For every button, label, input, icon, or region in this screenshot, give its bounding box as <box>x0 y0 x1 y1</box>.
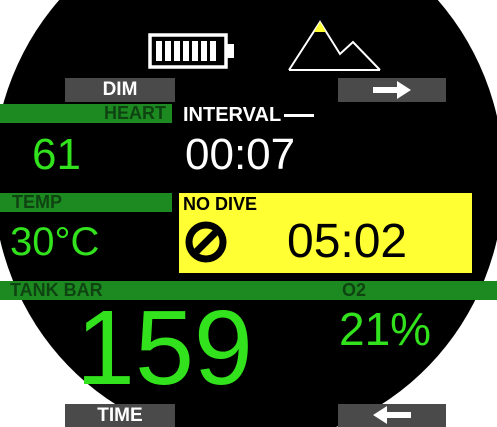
o2-label: O2 <box>342 280 367 300</box>
back-button[interactable] <box>338 404 446 427</box>
no-entry-icon <box>185 221 227 263</box>
heart-label-band: HEART <box>0 104 172 123</box>
next-button[interactable] <box>338 78 446 102</box>
dim-button-label: DIM <box>102 79 138 100</box>
temp-value: 30°C <box>10 220 100 264</box>
mountain-icon <box>288 20 381 71</box>
dive-computer-screen: DIM HEART 61 INTERVAL 00:07 TEMP 30°C NO… <box>0 0 497 427</box>
no-dive-panel: NO DIVE 05:02 <box>179 193 472 273</box>
tank-pressure-value: 159 <box>76 289 253 407</box>
o2-value: 21% <box>339 303 432 355</box>
interval-label: INTERVAL <box>183 104 282 126</box>
temp-label: TEMP <box>12 192 63 212</box>
battery-full-icon <box>148 33 234 69</box>
time-button-label: TIME <box>97 405 143 426</box>
arrow-right-icon <box>373 81 411 99</box>
time-button[interactable]: TIME <box>65 404 175 427</box>
interval-value: 00:07 <box>185 130 296 179</box>
dim-button[interactable]: DIM <box>65 78 175 102</box>
interval-header: INTERVAL <box>183 104 315 126</box>
interval-dash <box>284 114 315 118</box>
no-dive-label: NO DIVE <box>183 194 258 214</box>
temp-label-band: TEMP <box>0 193 172 212</box>
heart-label: HEART <box>104 103 166 123</box>
no-dive-value: 05:02 <box>287 215 408 268</box>
arrow-left-icon <box>373 406 411 424</box>
heart-value: 61 <box>32 130 81 179</box>
